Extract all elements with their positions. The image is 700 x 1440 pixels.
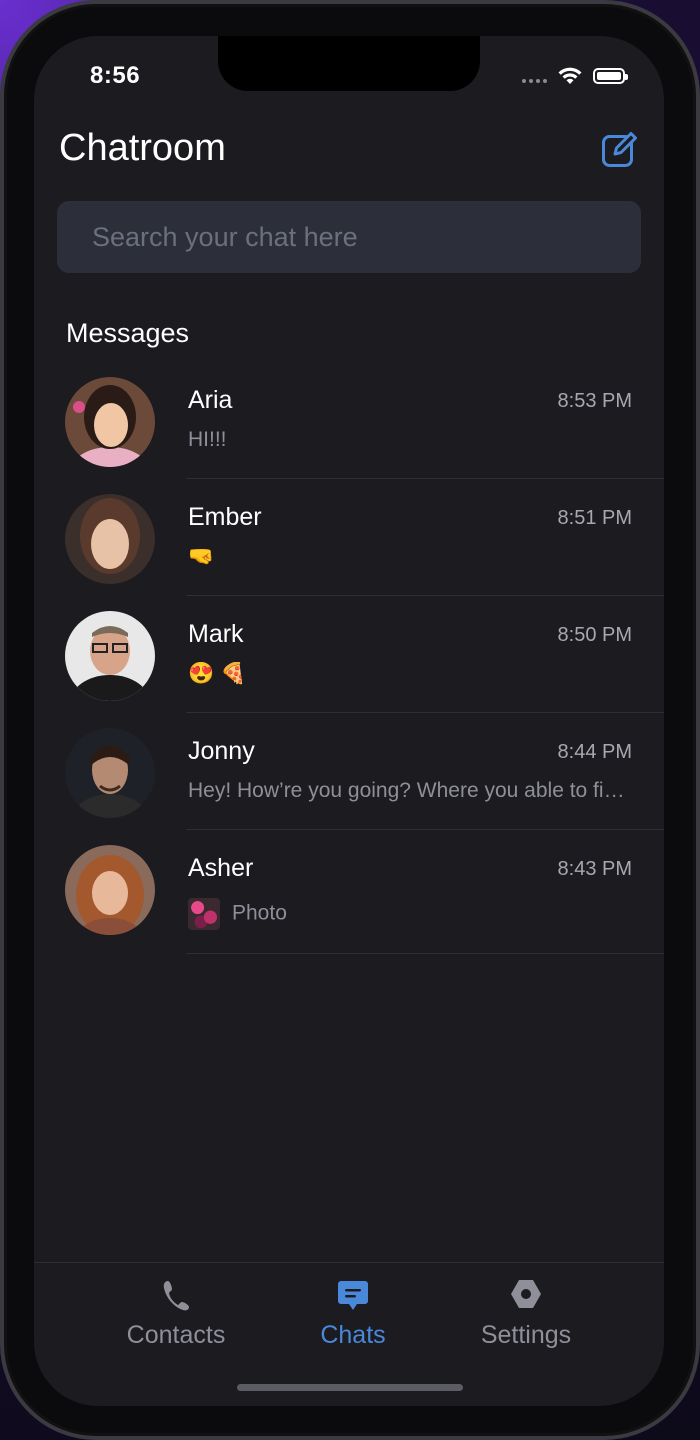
compose-icon[interactable] (601, 130, 639, 168)
chat-row-aria[interactable]: Aria 8:53 PM HI!!! (0, 362, 700, 479)
avatar (65, 611, 155, 701)
tab-label: Settings (480, 1321, 572, 1349)
page-title: Chatroom (59, 127, 226, 169)
tab-chats[interactable]: Chats (273, 1263, 433, 1371)
battery-icon (593, 68, 628, 84)
avatar (65, 728, 155, 818)
message-preview: 🤜 (188, 545, 215, 568)
contact-name: Ember (188, 503, 262, 531)
section-title: Messages (66, 318, 190, 348)
message-time: 8:51 PM (557, 507, 632, 529)
photo-thumbnail (188, 898, 220, 930)
message-time: 8:53 PM (557, 390, 632, 412)
phone-icon (163, 1281, 189, 1311)
chat-row-ember[interactable]: Ember 8:51 PM 🤜 (0, 479, 700, 596)
search-input[interactable] (90, 220, 641, 254)
chat-row-asher[interactable]: Asher 8:43 PM Photo (0, 830, 700, 954)
message-preview: HI!!! (188, 428, 227, 451)
tab-settings[interactable]: Settings (446, 1263, 606, 1371)
contact-name: Mark (188, 620, 244, 648)
status-icons (522, 66, 628, 86)
chat-row-jonny[interactable]: Jonny 8:44 PM Hey! How’re you going? Whe… (0, 713, 700, 830)
status-time: 8:56 (90, 62, 141, 89)
search-bar (57, 201, 641, 273)
message-preview: Hey! How’re you going? Where you able to… (188, 779, 628, 802)
contact-name: Jonny (188, 737, 255, 765)
home-indicator[interactable] (237, 1384, 463, 1391)
tab-bar: Contacts Chats Settings (34, 1262, 664, 1371)
chat-list: Aria 8:53 PM HI!!! Ember 8:51 PM 🤜 Mark … (0, 362, 700, 954)
signal-icon (522, 79, 547, 83)
divider (186, 953, 664, 954)
message-time: 8:44 PM (557, 741, 632, 763)
message-time: 8:50 PM (557, 624, 632, 646)
message-time: 8:43 PM (557, 858, 632, 880)
avatar (65, 377, 155, 467)
notch (218, 36, 480, 91)
chat-bubble-icon (338, 1281, 368, 1310)
wifi-icon (558, 67, 582, 84)
photo-label: Photo (232, 901, 287, 925)
contact-name: Aria (188, 386, 233, 414)
avatar (65, 845, 155, 935)
tab-label: Contacts (126, 1321, 226, 1349)
contact-name: Asher (188, 854, 254, 882)
tab-contacts[interactable]: Contacts (96, 1263, 256, 1371)
chat-row-mark[interactable]: Mark 8:50 PM 😍 🍕 (0, 596, 700, 713)
avatar (65, 494, 155, 584)
message-preview: Photo (188, 898, 628, 930)
message-preview: 😍 🍕 (188, 662, 247, 685)
tab-label: Chats (320, 1321, 386, 1349)
gear-icon (511, 1280, 541, 1308)
